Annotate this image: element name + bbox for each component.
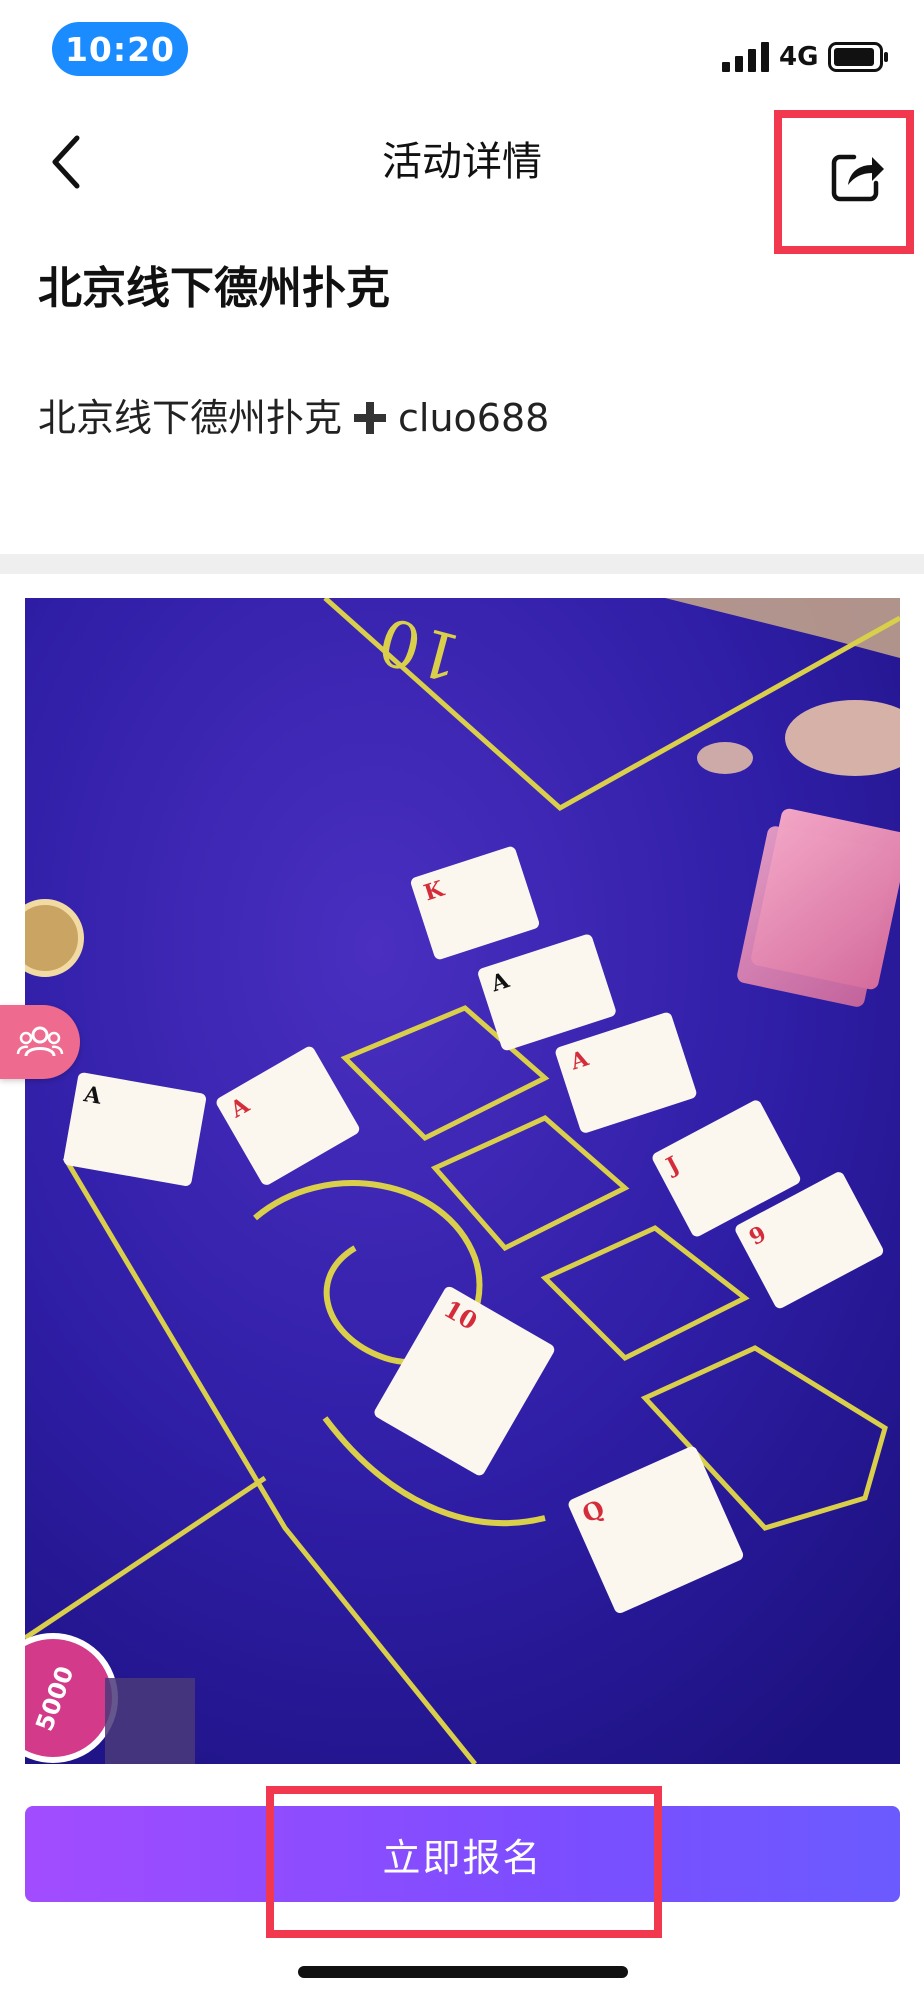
page-title: 活动详情 (382, 139, 542, 185)
signal-icon (722, 42, 769, 72)
event-description-suffix: cluo688 (398, 396, 550, 440)
share-icon (831, 154, 884, 202)
network-type: 4G (779, 42, 819, 72)
poker-table-illustration: 10 K A A A A J 9 10 Q 5000 (25, 598, 900, 1764)
share-button[interactable] (812, 132, 904, 220)
section-divider (0, 554, 924, 574)
group-float-button[interactable] (0, 1005, 80, 1079)
group-icon (16, 1026, 64, 1057)
home-indicator[interactable] (298, 1966, 628, 1978)
event-photo: 10 K A A A A J 9 10 Q 5000 (25, 598, 900, 1764)
battery-icon (828, 42, 888, 72)
signup-button[interactable]: 立即报名 (25, 1806, 900, 1902)
plus-icon (352, 400, 388, 436)
status-time: 10:20 (52, 22, 188, 76)
event-title: 北京线下德州扑克 (38, 263, 390, 314)
event-description: 北京线下德州扑克 cluo688 (38, 390, 549, 446)
event-description-prefix: 北京线下德州扑克 (38, 396, 343, 440)
